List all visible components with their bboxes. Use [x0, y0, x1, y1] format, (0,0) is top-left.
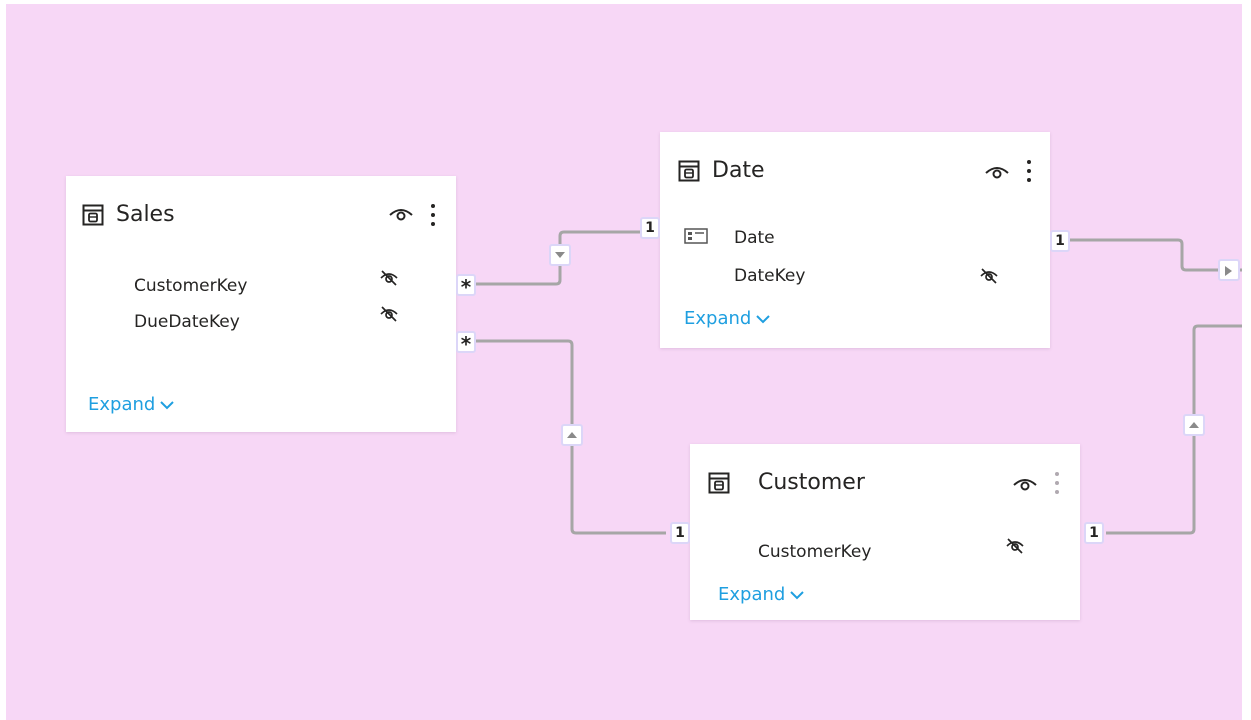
filter-direction-right-icon[interactable] [1218, 259, 1240, 281]
cardinality-one-badge[interactable]: 1 [1050, 230, 1070, 252]
hidden-field-icon [380, 306, 398, 322]
table-icon [678, 160, 700, 182]
visibility-eye-icon[interactable] [388, 206, 414, 222]
chevron-down-icon [160, 401, 175, 410]
relationship-line-customer-right [1106, 324, 1242, 535]
cardinality-many-badge[interactable]: * [456, 331, 476, 355]
hidden-field-icon [1006, 538, 1024, 554]
visibility-eye-icon[interactable] [984, 164, 1010, 180]
cardinality-one-badge[interactable]: 1 [1084, 522, 1104, 544]
filter-direction-up-icon[interactable] [1183, 414, 1205, 436]
filter-direction-up-icon[interactable] [561, 424, 583, 446]
field-duedatekey[interactable]: DueDateKey [134, 312, 240, 332]
more-options-icon[interactable] [1026, 158, 1032, 184]
table-icon [82, 204, 104, 226]
field-customerkey[interactable]: CustomerKey [758, 542, 871, 562]
expand-label: Expand [718, 584, 786, 605]
field-date[interactable]: Date [734, 228, 775, 248]
table-card-date[interactable]: Date Date DateKey Expand [660, 132, 1050, 348]
expand-button[interactable]: Expand [88, 394, 175, 415]
table-title: Sales [116, 202, 175, 227]
chevron-down-icon [790, 591, 805, 600]
cardinality-many-badge[interactable]: * [456, 274, 476, 298]
cardinality-one-badge[interactable]: 1 [670, 522, 690, 544]
more-options-icon[interactable] [430, 202, 436, 228]
expand-label: Expand [88, 394, 156, 415]
date-hierarchy-icon [684, 228, 708, 244]
expand-label: Expand [684, 308, 752, 329]
table-icon [708, 472, 730, 494]
model-diagram-canvas[interactable]: Sales CustomerKey DueDateKey Expand Date… [6, 4, 1242, 720]
field-customerkey[interactable]: CustomerKey [134, 276, 247, 296]
hidden-field-icon [980, 268, 998, 284]
table-card-sales[interactable]: Sales CustomerKey DueDateKey Expand [66, 176, 456, 432]
hidden-field-icon [380, 270, 398, 286]
table-card-customer[interactable]: Customer CustomerKey Expand [690, 444, 1080, 620]
table-title: Customer [758, 470, 865, 495]
relationship-line-date-right [1068, 238, 1242, 272]
table-title: Date [712, 158, 765, 183]
more-options-icon[interactable] [1054, 470, 1060, 496]
visibility-eye-icon[interactable] [1012, 476, 1038, 492]
expand-button[interactable]: Expand [684, 308, 771, 329]
chevron-down-icon [756, 315, 771, 324]
expand-button[interactable]: Expand [718, 584, 805, 605]
cardinality-one-badge[interactable]: 1 [640, 217, 660, 239]
field-datekey[interactable]: DateKey [734, 266, 805, 286]
filter-direction-down-icon[interactable] [549, 244, 571, 266]
